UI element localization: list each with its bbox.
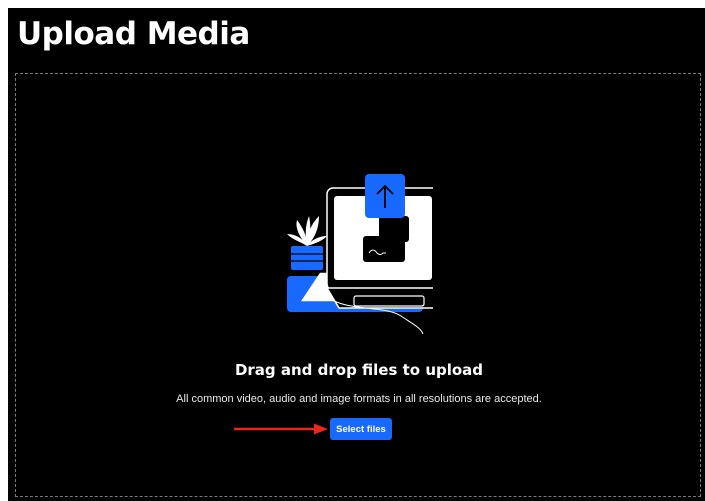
red-arrow-icon — [234, 423, 328, 435]
upload-laptop-illustration — [287, 174, 433, 334]
dropzone-heading: Drag and drop files to upload — [234, 361, 484, 379]
select-files-button[interactable]: Select files — [330, 418, 392, 440]
page-title: Upload Media — [17, 16, 250, 52]
dropzone[interactable]: Drag and drop files to upload All common… — [15, 73, 701, 497]
dropzone-description: All common video, audio and image format… — [176, 393, 542, 405]
upload-media-panel: Upload Media Drag and drop files to uplo… — [8, 8, 705, 501]
